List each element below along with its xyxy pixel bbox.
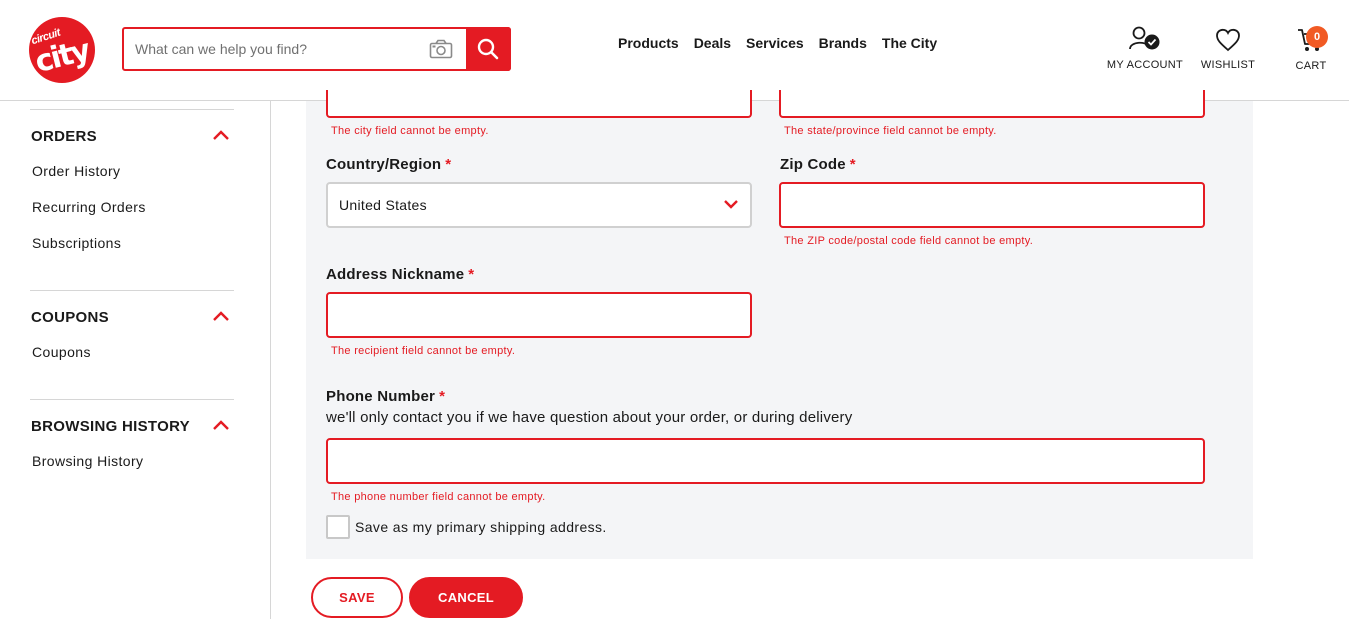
primary-address-label[interactable]: Save as my primary shipping address. bbox=[355, 519, 607, 535]
nav-brands[interactable]: Brands bbox=[819, 35, 867, 51]
search-input[interactable] bbox=[124, 29, 464, 69]
city-field[interactable] bbox=[326, 90, 752, 118]
primary-address-checkbox[interactable] bbox=[326, 515, 350, 539]
wishlist-link[interactable]: WISHLIST bbox=[1197, 28, 1259, 71]
nickname-label: Address Nickname * bbox=[326, 266, 474, 283]
country-select[interactable]: United States bbox=[326, 182, 752, 228]
zip-field bbox=[779, 182, 1205, 228]
nickname-input[interactable] bbox=[328, 294, 750, 336]
phone-label-text: Phone Number bbox=[326, 388, 436, 405]
chevron-up-icon[interactable] bbox=[212, 129, 230, 141]
state-field[interactable] bbox=[779, 90, 1205, 118]
sidebar-heading-orders[interactable]: ORDERS bbox=[31, 128, 97, 145]
phone-error: The phone number field cannot be empty. bbox=[331, 491, 546, 503]
search-bar bbox=[122, 27, 511, 71]
state-error: The state/province field cannot be empty… bbox=[784, 125, 997, 137]
zip-error: The ZIP code/postal code field cannot be… bbox=[784, 235, 1034, 247]
required-marker: * bbox=[445, 156, 452, 173]
sidebar-item-recurring-orders[interactable]: Recurring Orders bbox=[32, 199, 146, 215]
sidebar-heading-coupons[interactable]: COUPONS bbox=[31, 309, 109, 326]
phone-input[interactable] bbox=[328, 440, 1203, 482]
country-select-value: United States bbox=[339, 197, 427, 213]
chevron-up-icon[interactable] bbox=[212, 419, 230, 431]
nickname-error: The recipient field cannot be empty. bbox=[331, 345, 516, 357]
save-button[interactable]: SAVE bbox=[311, 577, 403, 618]
heart-icon bbox=[1216, 28, 1240, 52]
cart-count-badge: 0 bbox=[1306, 26, 1328, 48]
nav-deals[interactable]: Deals bbox=[694, 35, 731, 51]
required-marker: * bbox=[439, 388, 446, 405]
search-button[interactable] bbox=[466, 27, 511, 71]
sidebar-divider bbox=[30, 399, 234, 400]
zip-label: Zip Code * bbox=[780, 156, 856, 173]
chevron-down-icon bbox=[724, 200, 738, 209]
sidebar-heading-browsing-history[interactable]: BROWSING HISTORY bbox=[31, 418, 190, 435]
zip-label-text: Zip Code bbox=[780, 156, 846, 173]
cancel-button[interactable]: CANCEL bbox=[409, 577, 523, 618]
chevron-up-icon[interactable] bbox=[212, 310, 230, 322]
search-icon bbox=[477, 38, 499, 60]
site-header: circuit city Products Deals Services Bra… bbox=[0, 0, 1349, 101]
nav-the-city[interactable]: The City bbox=[882, 35, 937, 51]
circuit-city-logo[interactable]: circuit city bbox=[29, 17, 95, 83]
country-label: Country/Region * bbox=[326, 156, 451, 173]
nickname-label-text: Address Nickname bbox=[326, 266, 465, 283]
phone-field bbox=[326, 438, 1205, 484]
nav-services[interactable]: Services bbox=[746, 35, 804, 51]
country-label-text: Country/Region bbox=[326, 156, 442, 173]
sidebar-divider bbox=[30, 109, 234, 110]
sidebar-divider bbox=[30, 290, 234, 291]
sidebar-item-subscriptions[interactable]: Subscriptions bbox=[32, 235, 121, 251]
nav-products[interactable]: Products bbox=[618, 35, 679, 51]
sidebar-item-coupons[interactable]: Coupons bbox=[32, 344, 91, 360]
zip-input[interactable] bbox=[781, 184, 1203, 226]
phone-label: Phone Number * bbox=[326, 388, 445, 405]
account-sidebar: ORDERS Order History Recurring Orders Su… bbox=[0, 101, 271, 619]
account-icon bbox=[1129, 26, 1160, 50]
my-account-link[interactable]: MY ACCOUNT bbox=[1103, 26, 1187, 71]
camera-icon[interactable] bbox=[429, 39, 453, 59]
sidebar-item-browsing-history[interactable]: Browsing History bbox=[32, 453, 143, 469]
sidebar-item-order-history[interactable]: Order History bbox=[32, 163, 120, 179]
city-error: The city field cannot be empty. bbox=[331, 125, 489, 137]
wishlist-label: WISHLIST bbox=[1200, 59, 1256, 71]
phone-helper-text: we'll only contact you if we have questi… bbox=[326, 409, 853, 426]
nickname-field bbox=[326, 292, 752, 338]
required-marker: * bbox=[468, 266, 475, 283]
required-marker: * bbox=[849, 156, 856, 173]
main-nav: Products Deals Services Brands The City bbox=[618, 35, 937, 51]
cart-label: CART bbox=[1295, 60, 1327, 72]
my-account-label: MY ACCOUNT bbox=[1106, 59, 1184, 71]
